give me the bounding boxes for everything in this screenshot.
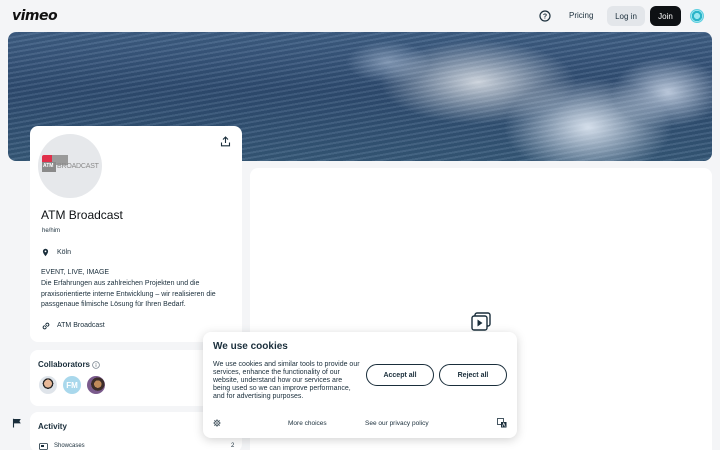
login-button[interactable]: Log in [607, 6, 645, 26]
link-icon [42, 322, 50, 330]
collaborator-avatar[interactable]: FM [63, 376, 81, 394]
flag-icon[interactable] [12, 418, 22, 428]
video-library-icon [471, 312, 491, 331]
showcase-icon [39, 443, 48, 450]
profile-pronouns: he/him [42, 228, 61, 234]
top-nav: vimeo ? Pricing Log in Join [0, 0, 720, 32]
profile-name: ATM Broadcast [41, 208, 123, 222]
cookie-title: We use cookies [213, 341, 288, 352]
activity-showcases-count: 2 [231, 443, 235, 449]
collaborator-avatar[interactable] [39, 376, 57, 394]
question-circle-icon[interactable]: ? [539, 10, 551, 22]
share-icon[interactable] [220, 136, 231, 147]
svg-text:?: ? [543, 14, 547, 21]
profile-website-link[interactable]: ATM Broadcast [57, 322, 105, 329]
more-choices-link[interactable]: More choices [288, 420, 327, 427]
translate-icon[interactable] [497, 418, 507, 428]
activity-title: Activity [38, 422, 67, 431]
profile-tagline: EVENT, LIVE, IMAGE [41, 269, 110, 276]
atm-logo-text: BROADCAST [57, 163, 99, 170]
user-avatar-icon[interactable] [690, 9, 704, 23]
profile-bio: Die Erfahrungen aus zahlreichen Projekte… [41, 280, 216, 308]
settings-gear-icon[interactable] [213, 419, 221, 427]
info-icon[interactable] [92, 361, 100, 369]
profile-avatar: ATM BROADCAST [38, 134, 102, 198]
join-button[interactable]: Join [650, 6, 681, 26]
activity-showcases-label[interactable]: Showcases [54, 443, 85, 449]
vimeo-logo[interactable]: vimeo [12, 8, 58, 24]
collaborator-avatar[interactable] [87, 376, 105, 394]
accept-all-button[interactable]: Accept all [366, 364, 434, 386]
location-pin-icon [42, 248, 49, 257]
privacy-policy-link[interactable]: See our privacy policy [365, 420, 429, 427]
atm-logo-short: ATM [43, 163, 54, 169]
profile-location: Köln [57, 249, 72, 256]
cookie-description: We use cookies and similar tools to prov… [213, 361, 360, 400]
pricing-link[interactable]: Pricing [569, 11, 593, 20]
reject-all-button[interactable]: Reject all [439, 364, 507, 386]
collaborators-title: Collaborators [38, 360, 91, 369]
